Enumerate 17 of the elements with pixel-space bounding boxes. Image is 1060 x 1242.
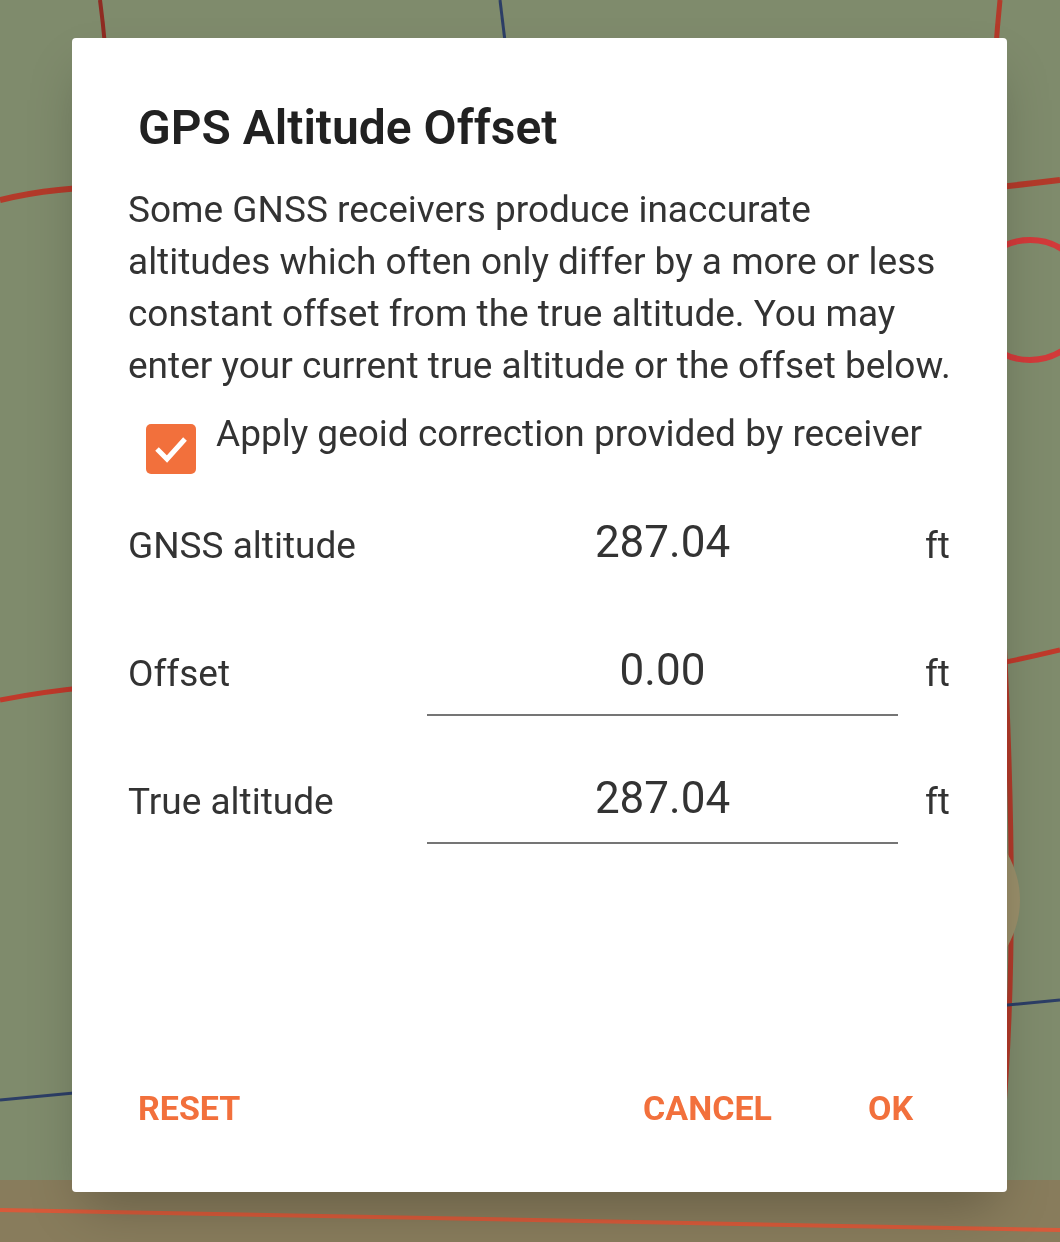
field-label: True altitude [128,779,335,825]
value-field[interactable]: 0.00 [427,644,898,716]
checkbox[interactable] [146,424,196,474]
dialog-button[interactable]: RESET [128,1082,251,1134]
dialog-message: Some GNSS receivers produce inaccurate altitudes which often only differ by a more or less constant offset from the true altitude. You may enter your current true altitude or the offset below. [128,187,952,389]
dialog-button[interactable]: CANCEL [633,1082,782,1134]
field-label: GNSS altitude [128,523,357,569]
dialog-title: GPS Altitude Offset [138,100,559,156]
unit-label: ft [925,523,950,569]
checkmark-icon [154,435,188,463]
dialog-button[interactable]: OK [857,1082,923,1134]
unit-label: ft [925,779,950,825]
value-readout: 287.04 [593,516,732,570]
value-field[interactable]: 287.04 [427,772,898,844]
unit-label: ft [925,651,950,697]
checkbox-label: Apply geoid correction provided by receiver [216,411,923,457]
field-label: Offset [128,651,231,697]
